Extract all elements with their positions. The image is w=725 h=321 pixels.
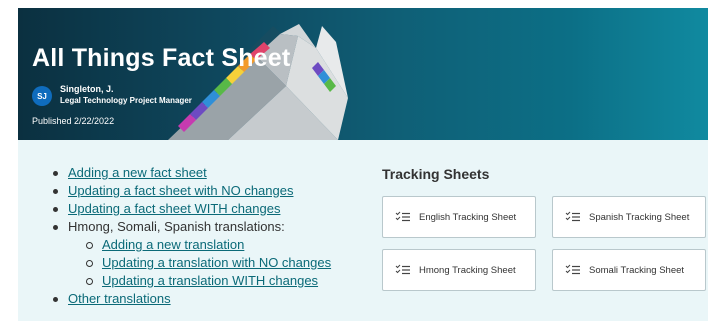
banner-artwork — [168, 24, 348, 140]
tile-label: Spanish Tracking Sheet — [589, 211, 690, 223]
link-adding-new-fact-sheet[interactable]: Adding a new fact sheet — [68, 165, 207, 180]
tile-label: Hmong Tracking Sheet — [419, 264, 516, 276]
tile-label: Somali Tracking Sheet — [589, 264, 685, 276]
sub-bullet — [86, 242, 93, 249]
bullet — [53, 207, 58, 212]
list-item: Hmong, Somali, Spanish translations: — [48, 218, 331, 236]
sub-bullet — [86, 278, 93, 285]
author-role: Legal Technology Project Manager — [60, 96, 192, 105]
list-item: Updating a translation with NO changes — [48, 254, 331, 272]
bullet — [53, 225, 58, 230]
link-adding-new-translation[interactable]: Adding a new translation — [102, 237, 244, 252]
published-date: Published 2/22/2022 — [32, 116, 115, 126]
link-updating-fact-sheet-with-changes[interactable]: Updating a fact sheet WITH changes — [68, 201, 280, 216]
list-item: Updating a fact sheet with NO changes — [48, 182, 331, 200]
checklist-icon — [565, 264, 580, 275]
bullet — [53, 189, 58, 194]
link-updating-translation-no-changes[interactable]: Updating a translation with NO changes — [102, 255, 331, 270]
bullet — [53, 297, 58, 302]
list-item: Other translations — [48, 290, 331, 308]
hero-banner: All Things Fact Sheet SJ Singleton, J. L… — [18, 8, 708, 140]
checklist-icon — [395, 211, 410, 222]
list-item: Adding a new fact sheet — [48, 164, 331, 182]
list-item: Updating a translation WITH changes — [48, 272, 331, 290]
tile-english-tracking-sheet[interactable]: English Tracking Sheet — [382, 196, 536, 238]
page-title: All Things Fact Sheet — [32, 44, 291, 72]
sub-bullet — [86, 260, 93, 267]
link-updating-fact-sheet-no-changes[interactable]: Updating a fact sheet with NO changes — [68, 183, 293, 198]
avatar[interactable]: SJ — [32, 86, 52, 106]
page: All Things Fact Sheet SJ Singleton, J. L… — [18, 8, 708, 321]
link-other-translations[interactable]: Other translations — [68, 291, 171, 306]
tile-hmong-tracking-sheet[interactable]: Hmong Tracking Sheet — [382, 249, 536, 291]
list-item: Updating a fact sheet WITH changes — [48, 200, 331, 218]
tile-spanish-tracking-sheet[interactable]: Spanish Tracking Sheet — [552, 196, 706, 238]
list-item: Adding a new translation — [48, 236, 331, 254]
tracking-sheets-heading: Tracking Sheets — [382, 166, 490, 182]
link-updating-translation-with-changes[interactable]: Updating a translation WITH changes — [102, 273, 318, 288]
checklist-icon — [395, 264, 410, 275]
tile-label: English Tracking Sheet — [419, 211, 517, 223]
author-name[interactable]: Singleton, J. — [60, 84, 114, 94]
checklist-icon — [565, 211, 580, 222]
translations-label: Hmong, Somali, Spanish translations: — [68, 219, 285, 234]
fact-sheet-link-list: Adding a new fact sheet Updating a fact … — [48, 164, 331, 308]
bullet — [53, 171, 58, 176]
tile-somali-tracking-sheet[interactable]: Somali Tracking Sheet — [552, 249, 706, 291]
